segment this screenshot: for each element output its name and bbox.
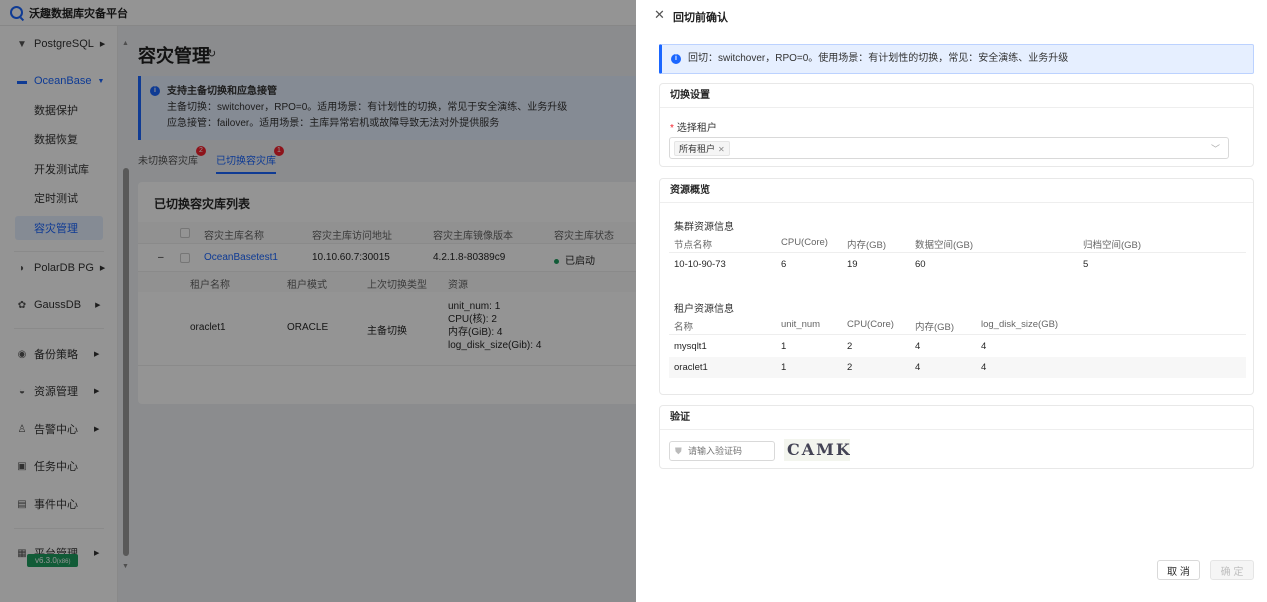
- resource-overview-panel: 资源概览 集群资源信息 节点名称 CPU(Core) 内存(GB) 数据空间(G…: [659, 178, 1254, 395]
- panel-title: 资源概览: [660, 179, 1253, 203]
- modal-mask[interactable]: [0, 0, 636, 602]
- switch-settings-panel: 切换设置 * 选择租户 所有租户 ✕ ﹀: [659, 83, 1254, 167]
- chevron-down-icon: ﹀: [1210, 144, 1220, 154]
- table-row: mysqlt1 1 2 4 4: [674, 341, 987, 352]
- tenant-label: * 选择租户: [670, 123, 717, 134]
- tenant-select[interactable]: 所有租户 ✕ ﹀: [669, 137, 1229, 159]
- verify-panel: 验证 ⛊ CAMK: [659, 405, 1254, 469]
- info-alert: i 回切：switchover，RPO=0。使用场景：有计划性的切换，常见：安全…: [659, 44, 1254, 74]
- selected-tag: 所有租户 ✕: [674, 141, 730, 156]
- table-header: 名称 unit_num CPU(Core) 内存(GB) log_disk_si…: [669, 314, 1246, 335]
- required-mark: *: [670, 123, 674, 134]
- close-icon[interactable]: ✕: [654, 7, 665, 23]
- panel-title: 验证: [660, 406, 1253, 430]
- table-row: 10-10-90-73 6 19 60 5: [674, 259, 1089, 270]
- drawer-title: 回切前确认: [673, 12, 728, 24]
- confirm-button[interactable]: 确 定: [1210, 560, 1254, 580]
- table-row: oraclet1 1 2 4 4: [669, 357, 1246, 378]
- cancel-button[interactable]: 取 消: [1157, 560, 1200, 580]
- table-header: 节点名称 CPU(Core) 内存(GB) 数据空间(GB) 归档空间(GB): [669, 232, 1246, 253]
- panel-title: 切换设置: [660, 84, 1253, 108]
- tag-close-icon[interactable]: ✕: [718, 145, 725, 154]
- tenant-section-title: 租户资源信息: [674, 304, 734, 315]
- info-icon: i: [671, 54, 681, 64]
- shield-icon: ⛊: [675, 446, 682, 456]
- cluster-section-title: 集群资源信息: [674, 222, 734, 233]
- captcha-input[interactable]: [669, 441, 775, 461]
- confirm-drawer: ✕ 回切前确认 i 回切：switchover，RPO=0。使用场景：有计划性的…: [636, 0, 1267, 602]
- captcha-image[interactable]: CAMK: [784, 439, 850, 461]
